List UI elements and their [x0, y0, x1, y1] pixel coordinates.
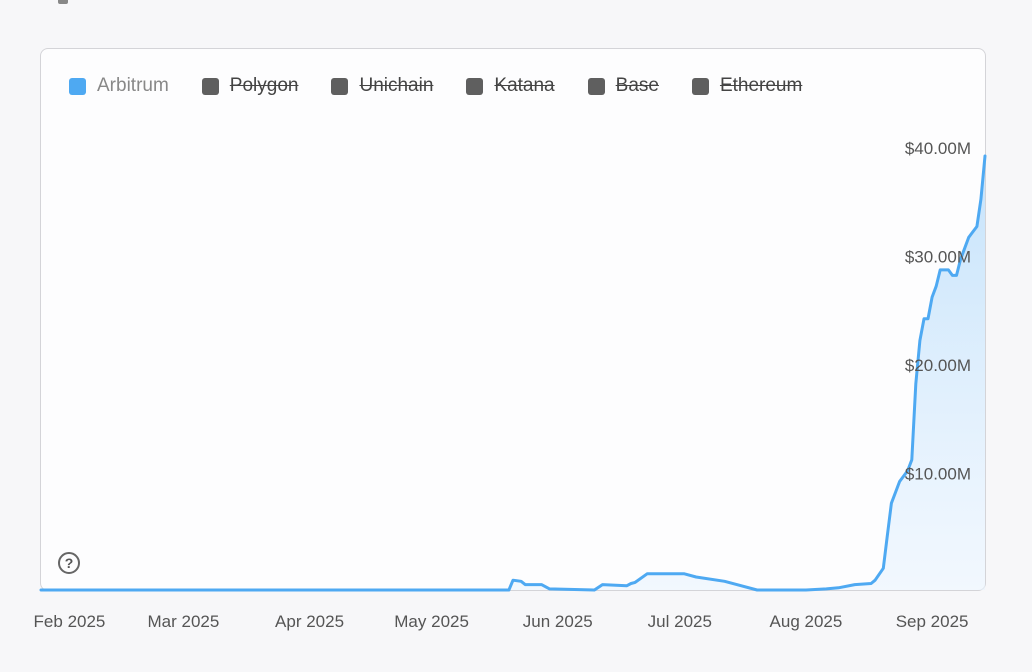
y-tick-label: $40.00M: [905, 139, 971, 158]
x-tick-label: Aug 2025: [769, 612, 843, 631]
y-tick-label: $20.00M: [905, 356, 971, 375]
x-tick-label: Mar 2025: [147, 612, 220, 631]
x-tick-label: Jun 2025: [522, 612, 593, 631]
x-tick-label: Feb 2025: [33, 612, 106, 631]
series-area-arbitrum: [41, 156, 985, 590]
x-tick-label: Sep 2025: [895, 612, 969, 631]
y-tick-label: $10.00M: [905, 465, 971, 484]
y-tick-label: $30.00M: [905, 248, 971, 267]
x-tick-label: Jul 2025: [647, 612, 712, 631]
page: Arbitrum Polygon Unichain Katana Base Ethereu…: [0, 0, 1032, 672]
x-tick-label: May 2025: [394, 612, 469, 631]
series-line-arbitrum[interactable]: [39, 154, 987, 592]
x-tick-label: Apr 2025: [275, 612, 345, 631]
chart-plot: $10.00M $20.00M $30.00M $40.00M: [39, 139, 987, 592]
